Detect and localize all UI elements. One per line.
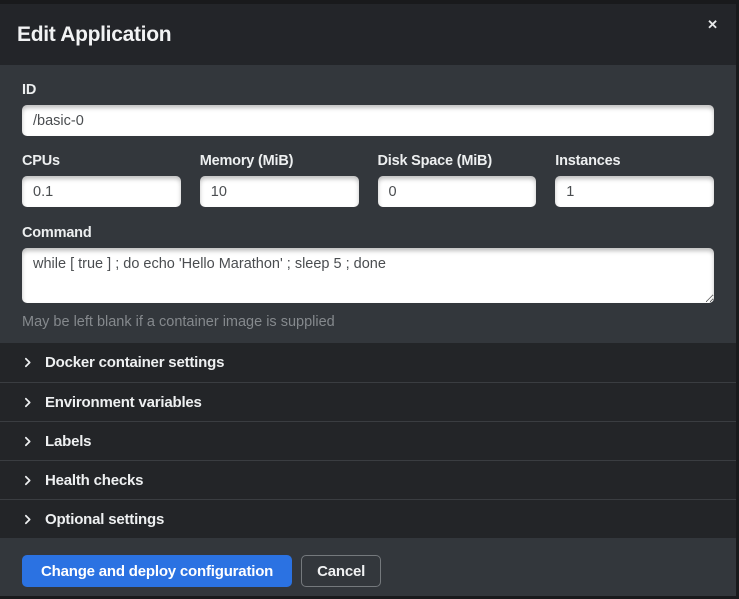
- command-label: Command: [22, 225, 714, 241]
- disk-field-group: Disk Space (MiB): [378, 153, 537, 207]
- command-helper-text: May be left blank if a container image i…: [22, 314, 714, 343]
- section-label: Optional settings: [45, 511, 164, 528]
- close-icon[interactable]: ✕: [703, 14, 722, 35]
- cpus-input[interactable]: [22, 176, 181, 207]
- section-docker-container-settings[interactable]: Docker container settings: [0, 343, 736, 382]
- edit-application-modal: Edit Application ✕ ID CPUs Memory (MiB) …: [0, 0, 739, 599]
- change-and-deploy-button[interactable]: Change and deploy configuration: [22, 555, 292, 587]
- modal-footer: Change and deploy configuration Cancel: [0, 538, 736, 599]
- chevron-right-icon: [21, 396, 34, 409]
- section-environment-variables[interactable]: Environment variables: [0, 382, 736, 421]
- memory-input[interactable]: [200, 176, 359, 207]
- instances-input[interactable]: [555, 176, 714, 207]
- resource-field-row: CPUs Memory (MiB) Disk Space (MiB) Insta…: [22, 153, 714, 207]
- instances-field-group: Instances: [555, 153, 714, 207]
- disk-label: Disk Space (MiB): [378, 153, 537, 169]
- chevron-right-icon: [21, 513, 34, 526]
- section-label: Health checks: [45, 472, 143, 489]
- section-label: Environment variables: [45, 394, 202, 411]
- section-labels[interactable]: Labels: [0, 421, 736, 460]
- memory-label: Memory (MiB): [200, 153, 359, 169]
- chevron-right-icon: [21, 474, 34, 487]
- cpus-label: CPUs: [22, 153, 181, 169]
- section-label: Labels: [45, 433, 91, 450]
- instances-label: Instances: [555, 153, 714, 169]
- id-input[interactable]: [22, 105, 714, 136]
- cancel-button[interactable]: Cancel: [301, 555, 381, 587]
- collapsible-sections: Docker container settings Environment va…: [0, 343, 736, 538]
- memory-field-group: Memory (MiB): [200, 153, 359, 207]
- command-field-group: Command while [ true ] ; do echo 'Hello …: [22, 225, 714, 343]
- form-area: ID CPUs Memory (MiB) Disk Space (MiB) In…: [0, 65, 736, 343]
- chevron-right-icon: [21, 356, 34, 369]
- section-health-checks[interactable]: Health checks: [0, 460, 736, 499]
- id-label: ID: [22, 82, 714, 98]
- cpus-field-group: CPUs: [22, 153, 181, 207]
- modal-title: Edit Application: [17, 23, 171, 47]
- chevron-right-icon: [21, 435, 34, 448]
- command-textarea[interactable]: while [ true ] ; do echo 'Hello Marathon…: [22, 248, 714, 303]
- section-label: Docker container settings: [45, 354, 224, 371]
- modal-header: Edit Application ✕: [0, 4, 736, 65]
- id-field-group: ID: [22, 82, 714, 136]
- disk-input[interactable]: [378, 176, 537, 207]
- section-optional-settings[interactable]: Optional settings: [0, 499, 736, 538]
